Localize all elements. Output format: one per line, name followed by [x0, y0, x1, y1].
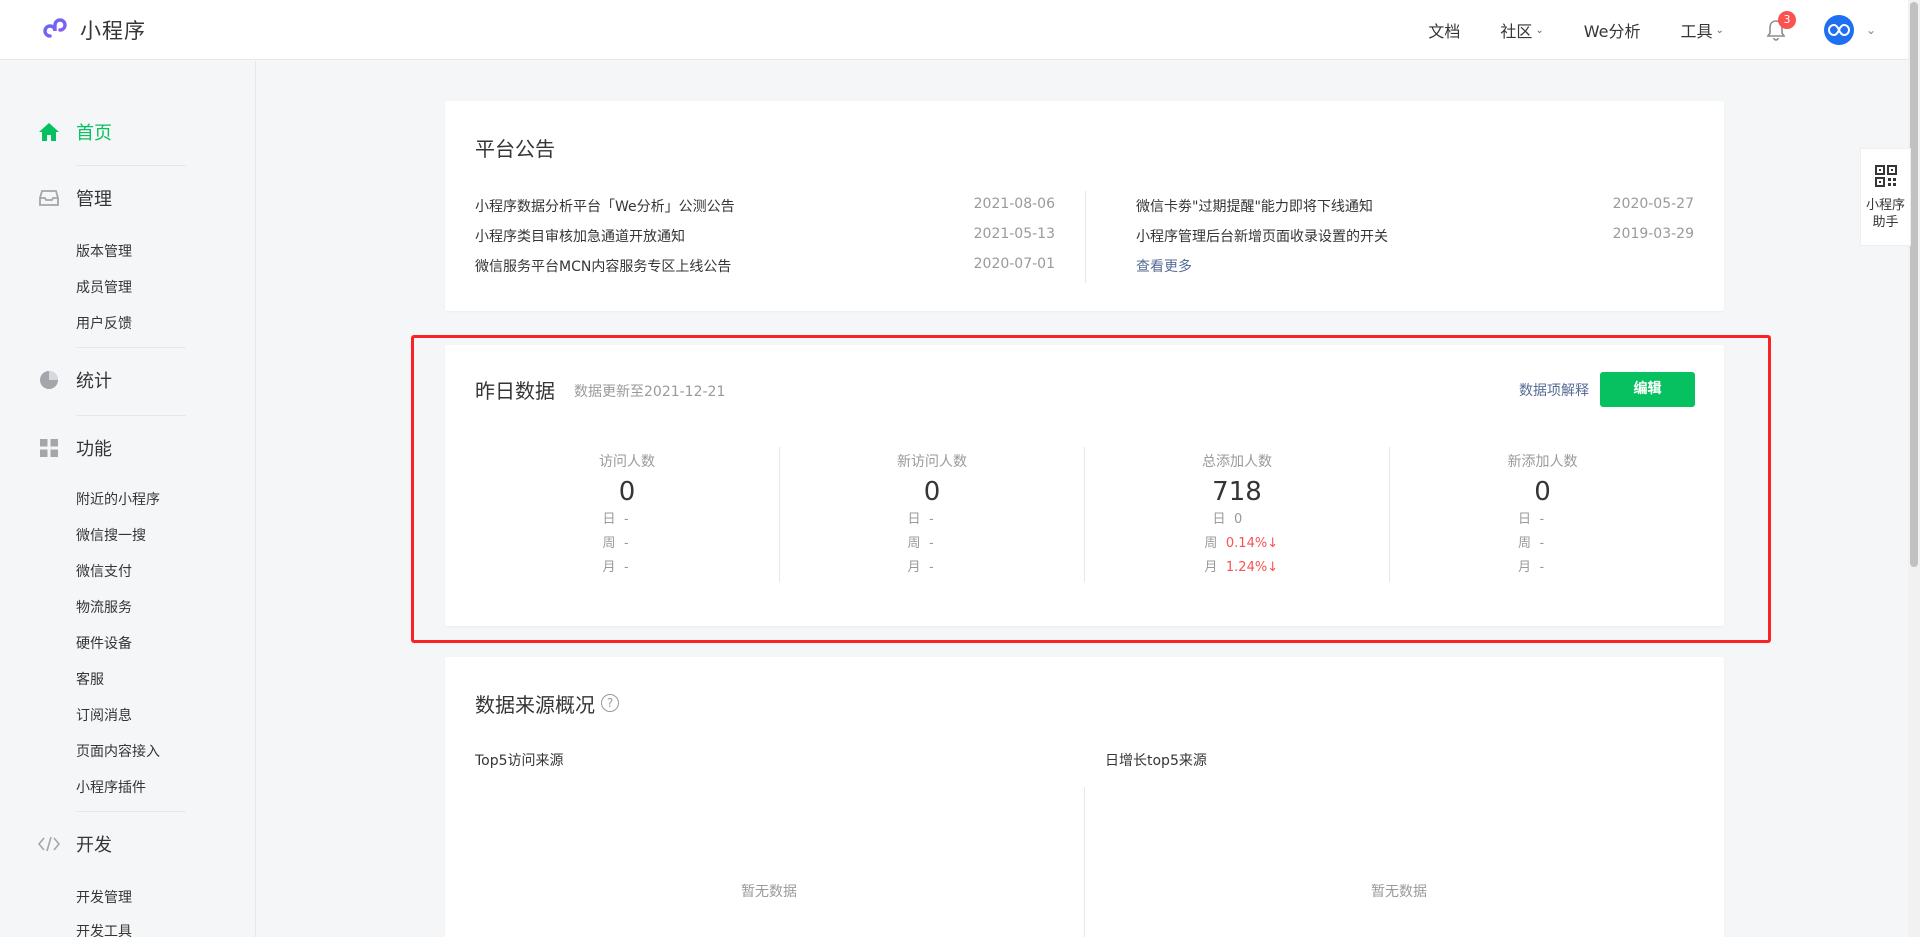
- announcement-item[interactable]: 小程序管理后台新增页面收录设置的开关: [1136, 226, 1388, 246]
- sidebar-item-page-content[interactable]: 页面内容接入: [76, 741, 160, 761]
- infinity-icon: [1828, 23, 1850, 37]
- nav-tools-label: 工具: [1680, 22, 1713, 41]
- sidebar-item-label: 首页: [76, 123, 112, 144]
- scrollbar-thumb[interactable]: [1910, 2, 1918, 567]
- sidebar-divider: [76, 347, 186, 348]
- nav-we-analysis[interactable]: We分析: [1584, 18, 1641, 42]
- sidebar-item-pay[interactable]: 微信支付: [76, 561, 132, 581]
- assistant-label: 小程序 助手: [1861, 197, 1910, 231]
- nav-community[interactable]: 社区 ⌄: [1500, 18, 1543, 42]
- announcement-date: 2020-05-27: [1612, 196, 1694, 212]
- inbox-icon: [38, 187, 60, 209]
- sidebar-item-dev-manage[interactable]: 开发管理: [76, 887, 132, 907]
- view-more-link[interactable]: 查看更多: [1136, 256, 1192, 276]
- sidebar-item-feedback[interactable]: 用户反馈: [76, 313, 132, 333]
- nav-docs-label: 文档: [1428, 22, 1461, 41]
- daily-growth-sources-title: 日增长top5来源: [1105, 753, 1207, 769]
- announcement-divider: [1085, 191, 1086, 283]
- announcement-date: 2020-07-01: [973, 256, 1055, 272]
- grid-icon: [38, 437, 60, 459]
- sidebar-item-features[interactable]: 功能: [38, 435, 112, 461]
- announcement-card: 平台公告 小程序数据分析平台「We分析」公测公告 2021-08-06 小程序类…: [445, 101, 1724, 311]
- logo[interactable]: 小程序: [40, 14, 146, 46]
- highlight-box: [411, 335, 1771, 643]
- sidebar-item-home[interactable]: 首页: [38, 119, 112, 145]
- sidebar-item-plugins[interactable]: 小程序插件: [76, 777, 146, 797]
- sidebar-item-members[interactable]: 成员管理: [76, 277, 132, 297]
- home-icon: [38, 121, 60, 143]
- code-icon: [38, 833, 60, 855]
- sidebar-item-version[interactable]: 版本管理: [76, 241, 132, 261]
- chevron-down-icon: ⌄: [1865, 23, 1876, 37]
- announcement-item[interactable]: 小程序类目审核加急通道开放通知: [475, 226, 685, 246]
- announcement-date: 2019-03-29: [1612, 226, 1694, 242]
- sidebar-item-manage[interactable]: 管理: [38, 185, 112, 211]
- logo-text: 小程序: [80, 19, 146, 43]
- announcement-title: 平台公告: [475, 137, 555, 161]
- sidebar-item-nearby[interactable]: 附近的小程序: [76, 489, 160, 509]
- empty-state: 暂无数据: [741, 884, 797, 900]
- nav-docs[interactable]: 文档: [1428, 18, 1460, 42]
- sidebar-item-hardware[interactable]: 硬件设备: [76, 633, 132, 653]
- qr-code-icon: [1874, 165, 1897, 187]
- sidebar-item-label: 统计: [76, 371, 112, 392]
- empty-state: 暂无数据: [1371, 884, 1427, 900]
- sidebar-divider: [76, 165, 186, 166]
- announcement-date: 2021-08-06: [973, 196, 1055, 212]
- sidebar-divider: [76, 811, 186, 812]
- nav-tools[interactable]: 工具 ⌄: [1681, 18, 1724, 42]
- sidebar-item-label: 管理: [76, 189, 112, 210]
- account-menu[interactable]: ⌄: [1823, 15, 1876, 45]
- page-scrollbar[interactable]: [1908, 0, 1920, 937]
- sidebar-item-search[interactable]: 微信搜一搜: [76, 525, 146, 545]
- sidebar-item-dev-tools[interactable]: 开发工具: [76, 921, 132, 937]
- sidebar-item-logistics[interactable]: 物流服务: [76, 597, 132, 617]
- announcement-item[interactable]: 微信服务平台MCN内容服务专区上线公告: [475, 256, 731, 276]
- assistant-line: 小程序: [1865, 198, 1905, 213]
- sidebar-divider: [76, 415, 186, 416]
- nav-community-label: 社区: [1500, 22, 1533, 41]
- sidebar-item-stats[interactable]: 统计: [38, 367, 112, 393]
- chevron-down-icon: ⌄: [1535, 24, 1544, 36]
- chevron-down-icon: ⌄: [1715, 24, 1724, 36]
- nav-we-analysis-label: We分析: [1583, 22, 1641, 41]
- announcement-item[interactable]: 微信卡劵"过期提醒"能力即将下线通知: [1136, 196, 1373, 216]
- data-source-card: 数据来源概况 ? Top5访问来源 日增长top5来源 暂无数据 暂无数据: [445, 657, 1724, 937]
- announcement-item[interactable]: 小程序数据分析平台「We分析」公测公告: [475, 196, 735, 216]
- mini-program-assistant[interactable]: 小程序 助手: [1860, 148, 1911, 246]
- top-bar: 小程序 文档 社区 ⌄ We分析 工具 ⌄ 3 ⌄: [0, 0, 1920, 60]
- help-icon[interactable]: ?: [601, 694, 619, 712]
- top5-sources-title: Top5访问来源: [475, 753, 564, 769]
- source-divider: [1084, 787, 1085, 937]
- top-nav: 文档 社区 ⌄ We分析 工具 ⌄ 3 ⌄: [1388, 0, 1876, 60]
- avatar: [1823, 15, 1854, 45]
- sidebar-item-subscribe[interactable]: 订阅消息: [76, 705, 132, 725]
- pie-chart-icon: [38, 369, 60, 391]
- data-source-title: 数据来源概况: [475, 693, 595, 717]
- sidebar: 首页 管理 版本管理 成员管理 用户反馈 统计 功能 附近的小程序 微信搜一搜 …: [0, 61, 256, 937]
- announcement-date: 2021-05-13: [973, 226, 1055, 242]
- assistant-line: 助手: [1872, 215, 1899, 230]
- sidebar-item-dev[interactable]: 开发: [38, 831, 112, 857]
- notification-badge: 3: [1777, 11, 1796, 29]
- sidebar-item-label: 开发: [76, 835, 112, 856]
- sidebar-item-service[interactable]: 客服: [76, 669, 104, 689]
- mini-program-logo-icon: [40, 14, 72, 46]
- sidebar-item-label: 功能: [76, 439, 112, 460]
- notification-button[interactable]: 3: [1766, 11, 1796, 41]
